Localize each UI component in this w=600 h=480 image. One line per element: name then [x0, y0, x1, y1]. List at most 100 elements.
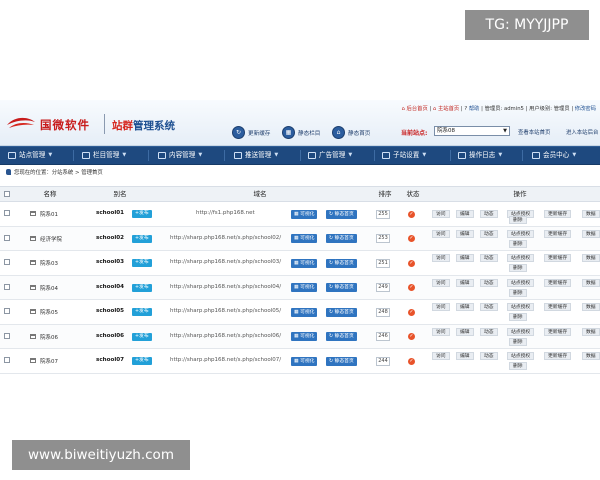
op-data-button[interactable]: 数据 — [582, 278, 600, 287]
publish-button[interactable]: +发布 — [132, 308, 152, 317]
op-authorize-button[interactable]: 站点授权 — [507, 352, 535, 360]
nav-push-management[interactable]: 推送管理 ▼ — [234, 147, 278, 164]
op-edit-button[interactable]: 编辑 — [456, 229, 474, 238]
sort-input[interactable]: 246 — [376, 332, 390, 342]
nav-operation-log[interactable]: 操作日志 ▼ — [458, 147, 502, 164]
sort-input[interactable]: 248 — [376, 307, 390, 317]
op-refresh-cache-button[interactable]: 更新缓存 — [544, 229, 572, 238]
op-data-button[interactable]: 数据 — [582, 254, 600, 262]
op-data-button[interactable]: 数据 — [582, 229, 600, 238]
op-visit-button[interactable]: 访问 — [432, 327, 450, 336]
publish-button[interactable]: +发布 — [132, 357, 152, 366]
op-data-button[interactable]: 数据 — [582, 210, 600, 219]
nav-column-management[interactable]: 栏目管理 ▼ — [82, 147, 126, 164]
publish-button[interactable]: +发布 — [132, 234, 152, 243]
op-delete-button[interactable]: 删除 — [509, 216, 527, 224]
sort-input[interactable]: 251 — [376, 258, 390, 268]
op-dynamic-button[interactable]: 动态 — [480, 278, 498, 287]
op-visit-button[interactable]: 访问 — [432, 254, 450, 262]
op-dynamic-button[interactable]: 动态 — [480, 210, 498, 219]
visualize-button[interactable]: ▦ 可视化 — [291, 258, 318, 268]
op-delete-button[interactable]: 删除 — [509, 313, 527, 321]
row-checkbox[interactable] — [4, 234, 10, 241]
op-edit-button[interactable]: 编辑 — [456, 254, 474, 262]
op-refresh-cache-button[interactable]: 更新缓存 — [544, 352, 572, 360]
op-refresh-cache-button[interactable]: 更新缓存 — [544, 210, 572, 219]
op-dynamic-button[interactable]: 动态 — [480, 352, 498, 360]
nav-member-center[interactable]: 会员中心 ▼ — [532, 147, 576, 164]
site-domain-link[interactable]: http://fs1.php168.net — [196, 210, 255, 216]
status-check-icon[interactable]: ✓ — [408, 210, 415, 218]
op-refresh-cache-button[interactable]: 更新缓存 — [544, 278, 572, 287]
site-domain-link[interactable]: http://sharp.php168.net/s.php/school06/ — [170, 333, 281, 339]
op-delete-button[interactable]: 删除 — [509, 288, 527, 297]
sort-input[interactable]: 249 — [376, 283, 390, 293]
op-edit-button[interactable]: 编辑 — [456, 278, 474, 287]
static-home-button[interactable]: ↻ 静态首页 — [326, 209, 357, 219]
row-checkbox[interactable] — [4, 283, 10, 290]
site-domain-link[interactable]: http://sharp.php168.net/s.php/school02/ — [170, 235, 281, 241]
visualize-button[interactable]: ▦ 可视化 — [291, 356, 318, 366]
op-delete-button[interactable]: 删除 — [509, 362, 527, 370]
op-refresh-cache-button[interactable]: 更新缓存 — [544, 303, 572, 311]
op-authorize-button[interactable]: 站点授权 — [507, 303, 535, 311]
visualize-button[interactable]: ▦ 可视化 — [291, 209, 318, 219]
sort-input[interactable]: 253 — [376, 234, 390, 244]
op-visit-button[interactable]: 访问 — [432, 303, 450, 311]
status-check-icon[interactable]: ✓ — [408, 308, 415, 316]
static-columns-button[interactable]: ▦ 静态栏目 — [282, 126, 320, 139]
op-dynamic-button[interactable]: 动态 — [480, 327, 498, 336]
site-home-link[interactable]: 主站首页 — [438, 106, 459, 112]
status-check-icon[interactable]: ✓ — [408, 333, 415, 341]
static-home-button[interactable]: ↻ 静态首页 — [326, 234, 357, 244]
row-checkbox[interactable] — [4, 308, 10, 315]
op-dynamic-button[interactable]: 动态 — [480, 303, 498, 311]
static-home-button[interactable]: ↻ 静态首页 — [326, 258, 357, 268]
op-edit-button[interactable]: 编辑 — [456, 352, 474, 360]
op-delete-button[interactable]: 删除 — [509, 264, 527, 272]
op-refresh-cache-button[interactable]: 更新缓存 — [544, 327, 572, 336]
sort-input[interactable]: 244 — [376, 356, 390, 366]
publish-button[interactable]: +发布 — [132, 283, 152, 292]
op-visit-button[interactable]: 访问 — [432, 229, 450, 238]
visualize-button[interactable]: ▦ 可视化 — [291, 332, 318, 342]
op-edit-button[interactable]: 编辑 — [456, 327, 474, 336]
op-authorize-button[interactable]: 站点授权 — [507, 254, 535, 262]
static-home-button[interactable]: ↻ 静态首页 — [326, 307, 357, 317]
sort-input[interactable]: 255 — [376, 209, 390, 219]
op-visit-button[interactable]: 访问 — [432, 352, 450, 360]
visualize-button[interactable]: ▦ 可视化 — [291, 307, 318, 317]
static-home-button[interactable]: ↻ 静态首页 — [326, 283, 357, 293]
refresh-cache-button[interactable]: ↻ 更新缓存 — [232, 126, 270, 139]
op-data-button[interactable]: 数据 — [582, 352, 600, 360]
visit-site-link[interactable]: 查看本站首页 — [518, 128, 550, 136]
op-authorize-button[interactable]: 站点授权 — [507, 229, 535, 238]
op-authorize-button[interactable]: 站点授权 — [507, 327, 535, 336]
op-dynamic-button[interactable]: 动态 — [480, 229, 498, 238]
status-check-icon[interactable]: ✓ — [408, 357, 415, 365]
static-home-button[interactable]: ↻ 静态首页 — [326, 332, 357, 342]
nav-ad-management[interactable]: 广告管理 ▼ — [308, 147, 352, 164]
status-check-icon[interactable]: ✓ — [408, 259, 415, 267]
backend-home-link[interactable]: 后台首页 — [407, 106, 428, 112]
static-home-button[interactable]: ⌂ 静态首页 — [332, 126, 370, 139]
row-checkbox[interactable] — [4, 357, 10, 364]
enter-site-link[interactable]: 进入本站后台 — [566, 128, 598, 136]
help-link[interactable]: 帮助 — [469, 106, 480, 112]
nav-site-management[interactable]: 站点管理 ▼ — [8, 147, 52, 164]
select-all-checkbox[interactable] — [4, 191, 10, 197]
status-check-icon[interactable]: ✓ — [408, 284, 415, 292]
op-refresh-cache-button[interactable]: 更新缓存 — [544, 254, 572, 262]
row-checkbox[interactable] — [4, 332, 10, 339]
static-home-button[interactable]: ↻ 静态首页 — [326, 356, 357, 366]
op-delete-button[interactable]: 删除 — [509, 239, 527, 248]
change-password-link[interactable]: 修改密码 — [575, 106, 596, 112]
site-domain-link[interactable]: http://sharp.php168.net/s.php/school05/ — [170, 308, 281, 314]
site-domain-link[interactable]: http://sharp.php168.net/s.php/school03/ — [170, 259, 281, 265]
op-data-button[interactable]: 数据 — [582, 327, 600, 336]
op-authorize-button[interactable]: 站点授权 — [507, 278, 535, 287]
status-check-icon[interactable]: ✓ — [408, 235, 415, 243]
site-domain-link[interactable]: http://sharp.php168.net/s.php/school04/ — [170, 284, 281, 290]
op-edit-button[interactable]: 编辑 — [456, 303, 474, 311]
nav-content-management[interactable]: 内容管理 ▼ — [158, 147, 202, 164]
